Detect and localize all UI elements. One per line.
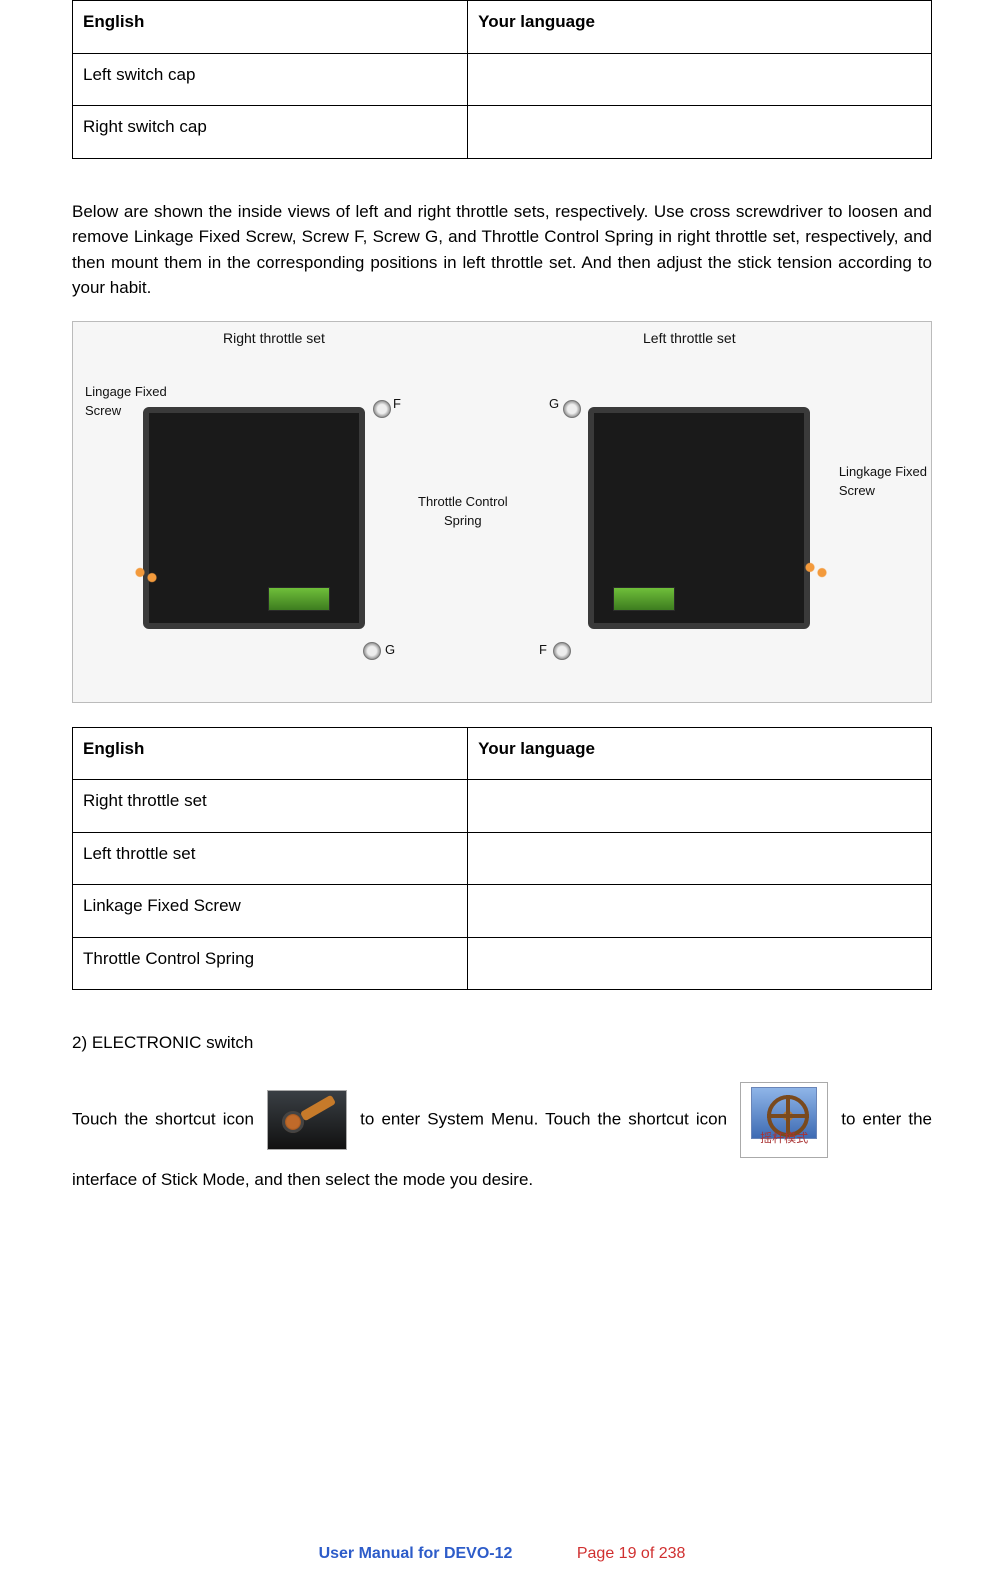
- figure-wire-icon: [128, 562, 168, 588]
- figure-green-board-icon: [613, 587, 675, 611]
- figure-right-gearbox-icon: [143, 407, 365, 629]
- table2-cell: Throttle Control Spring: [73, 937, 468, 990]
- section-heading-electronic-switch: 2) ELECTRONIC switch: [72, 1030, 932, 1056]
- table-row: Left throttle set: [73, 832, 932, 885]
- table-row: Right switch cap: [73, 106, 932, 159]
- figure-label-left-set: Left throttle set: [643, 328, 736, 349]
- paragraph-shortcut-instructions: Touch the shortcut icon to enter System …: [72, 1082, 932, 1202]
- figure-letter-F: F: [539, 640, 547, 660]
- table1-head-english: English: [73, 1, 468, 54]
- table2-cell: Right throttle set: [73, 780, 468, 833]
- figure-wire-icon: [798, 557, 838, 583]
- table-row: Right throttle set: [73, 780, 932, 833]
- figure-label-linkage-left: Lingage Fixed Screw: [85, 382, 167, 421]
- screw-f-icon: [373, 400, 391, 418]
- screw-g-icon: [563, 400, 581, 418]
- translation-table-2: English Your language Right throttle set…: [72, 727, 932, 991]
- table1-head-yourlang: Your language: [468, 1, 932, 54]
- table-row: Left switch cap: [73, 53, 932, 106]
- figure-letter-F: F: [393, 394, 401, 414]
- screw-f-icon: [553, 642, 571, 660]
- figure-green-board-icon: [268, 587, 330, 611]
- table-row: Throttle Control Spring: [73, 937, 932, 990]
- table2-head-yourlang: Your language: [468, 727, 932, 780]
- figure-label-linkage-right: Lingkage Fixed Screw: [839, 462, 927, 501]
- page-footer: User Manual for DEVO-12 Page 19 of 238: [0, 1542, 1004, 1566]
- table2-cell: Linkage Fixed Screw: [73, 885, 468, 938]
- table2-head-english: English: [73, 727, 468, 780]
- system-menu-icon: [267, 1090, 347, 1150]
- footer-title: User Manual for DEVO-12: [319, 1545, 513, 1562]
- table2-cell-blank: [468, 885, 932, 938]
- figure-label-right-set: Right throttle set: [223, 328, 325, 349]
- table1-cell-blank: [468, 106, 932, 159]
- table2-cell-blank: [468, 937, 932, 990]
- table2-cell-blank: [468, 780, 932, 833]
- table1-cell: Right switch cap: [73, 106, 468, 159]
- table1-cell-blank: [468, 53, 932, 106]
- stick-mode-icon-label: 摇杆模式: [741, 1123, 827, 1154]
- stick-mode-icon: 摇杆模式: [740, 1082, 828, 1158]
- table2-cell: Left throttle set: [73, 832, 468, 885]
- figure-label-spring: Throttle Control Spring: [418, 492, 508, 531]
- table2-cell-blank: [468, 832, 932, 885]
- table1-cell: Left switch cap: [73, 53, 468, 106]
- footer-page: Page 19 of 238: [577, 1545, 686, 1562]
- p2-text-a: Touch the shortcut icon: [72, 1109, 254, 1128]
- translation-table-1: English Your language Left switch cap Ri…: [72, 0, 932, 159]
- screw-g-icon: [363, 642, 381, 660]
- figure-letter-G: G: [385, 640, 395, 660]
- p2-text-b: to enter System Menu. Touch the shortcut…: [360, 1109, 727, 1128]
- figure-letter-G: G: [549, 394, 559, 414]
- table-row: Linkage Fixed Screw: [73, 885, 932, 938]
- figure-throttle-sets: Right throttle set Left throttle set F G…: [72, 321, 932, 703]
- paragraph-throttle-instructions: Below are shown the inside views of left…: [72, 199, 932, 301]
